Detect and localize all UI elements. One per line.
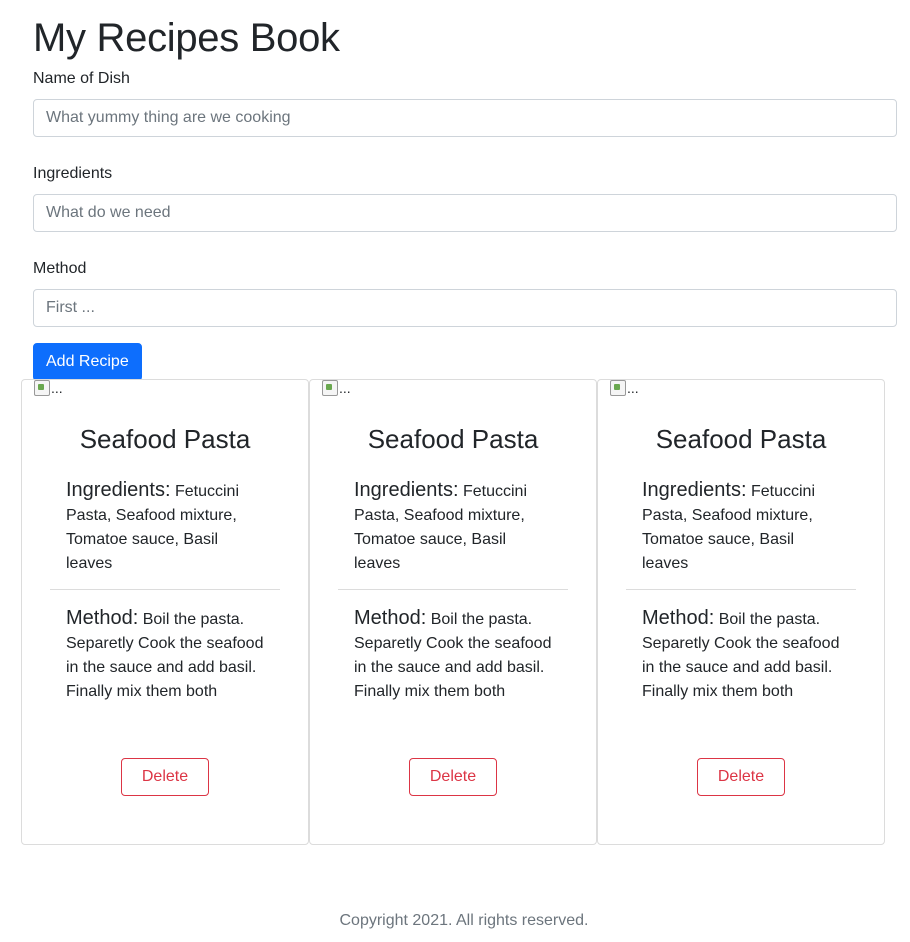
recipe-ingredients: Ingredients: Fetuccini Pasta, Seafood mi…	[642, 478, 842, 576]
recipe-ingredients: Ingredients: Fetuccini Pasta, Seafood mi…	[354, 478, 554, 576]
broken-image-icon	[34, 380, 50, 396]
ingredients-heading: Ingredients:	[354, 479, 459, 501]
recipe-image: ...	[34, 380, 63, 396]
recipe-card: ... Seafood Pasta Ingredients: Fetuccini…	[597, 379, 885, 845]
delete-button[interactable]: Delete	[121, 758, 209, 796]
add-recipe-button[interactable]: Add Recipe	[33, 343, 142, 381]
recipe-image-alt: ...	[51, 380, 63, 396]
ingredients-heading: Ingredients:	[66, 479, 171, 501]
dish-name-input[interactable]	[33, 99, 897, 137]
ingredients-heading: Ingredients:	[642, 479, 747, 501]
method-heading: Method:	[642, 607, 715, 629]
recipe-title: Seafood Pasta	[367, 424, 539, 454]
recipe-card: ... Seafood Pasta Ingredients: Fetuccini…	[21, 379, 309, 845]
recipe-card: ... Seafood Pasta Ingredients: Fetuccini…	[309, 379, 597, 845]
delete-button[interactable]: Delete	[409, 758, 497, 796]
add-recipe-form: Name of Dish Ingredients Method Add Reci…	[33, 68, 897, 381]
recipe-ingredients: Ingredients: Fetuccini Pasta, Seafood mi…	[66, 478, 266, 576]
ingredients-label: Ingredients	[33, 165, 113, 182]
broken-image-icon	[322, 380, 338, 396]
recipe-image: ...	[322, 380, 351, 396]
card-divider	[338, 589, 568, 590]
recipe-method: Method: Boil the pasta. Separetly Cook t…	[642, 606, 842, 704]
recipe-image-alt: ...	[339, 380, 351, 396]
recipe-card-list: ... Seafood Pasta Ingredients: Fetuccini…	[21, 379, 885, 845]
recipe-image: ...	[610, 380, 639, 396]
recipe-title: Seafood Pasta	[79, 424, 251, 454]
recipe-method: Method: Boil the pasta. Separetly Cook t…	[354, 606, 554, 704]
ingredients-input[interactable]	[33, 194, 897, 232]
method-input[interactable]	[33, 289, 897, 327]
method-label: Method	[33, 260, 87, 277]
recipe-image-alt: ...	[627, 380, 639, 396]
footer-copyright: Copyright 2021. All rights reserved.	[339, 912, 589, 929]
recipe-title: Seafood Pasta	[655, 424, 827, 454]
page-title: My Recipes Book	[33, 16, 340, 60]
method-heading: Method:	[354, 607, 427, 629]
recipe-method: Method: Boil the pasta. Separetly Cook t…	[66, 606, 266, 704]
dish-name-label: Name of Dish	[33, 70, 130, 87]
delete-button[interactable]: Delete	[697, 758, 785, 796]
broken-image-icon	[610, 380, 626, 396]
card-divider	[626, 589, 856, 590]
method-heading: Method:	[66, 607, 139, 629]
card-divider	[50, 589, 280, 590]
